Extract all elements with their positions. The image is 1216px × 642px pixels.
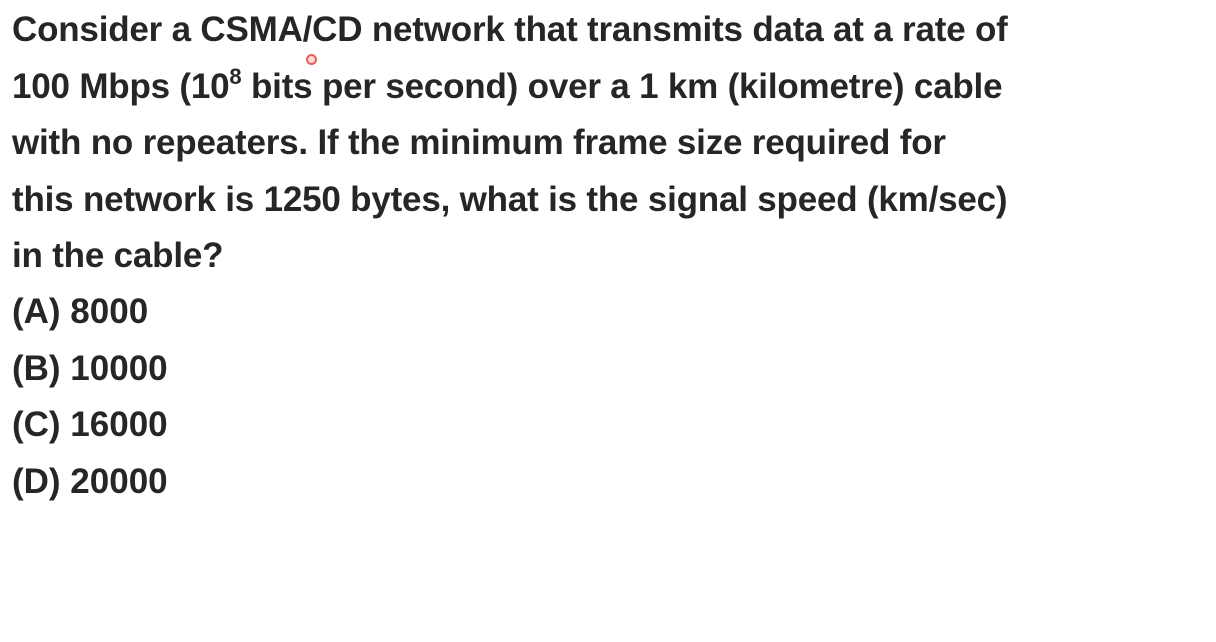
question-line-3: with no repeaters. If the minimum frame …	[12, 123, 946, 162]
pointer-cursor-icon	[306, 54, 317, 65]
option-a[interactable]: (A) 8000	[12, 284, 168, 341]
option-b[interactable]: (B) 10000	[12, 341, 168, 398]
exponent-superscript: 8	[229, 63, 242, 89]
question-line-2: 100 Mbps (108 bits per second) over a 1 …	[12, 59, 1208, 116]
question-line-1: Consider a CSMA/CD network that transmit…	[12, 10, 1008, 49]
option-c[interactable]: (C) 16000	[12, 397, 168, 454]
option-d[interactable]: (D) 20000	[12, 454, 168, 511]
question-line-4: this network is 1250 bytes, what is the …	[12, 179, 1008, 219]
question-line-5: in the cable?	[12, 236, 224, 275]
question-text: Consider a CSMA/CD network that transmit…	[12, 2, 1208, 285]
question-line-2-start: 100 Mbps (10	[12, 66, 230, 106]
question-line-2-end: bits per second) over a 1 km (kilometre)…	[241, 66, 1003, 106]
answer-options: (A) 8000 (B) 10000 (C) 16000 (D) 20000	[12, 284, 168, 510]
slide: Consider a CSMA/CD network that transmit…	[0, 0, 1216, 642]
